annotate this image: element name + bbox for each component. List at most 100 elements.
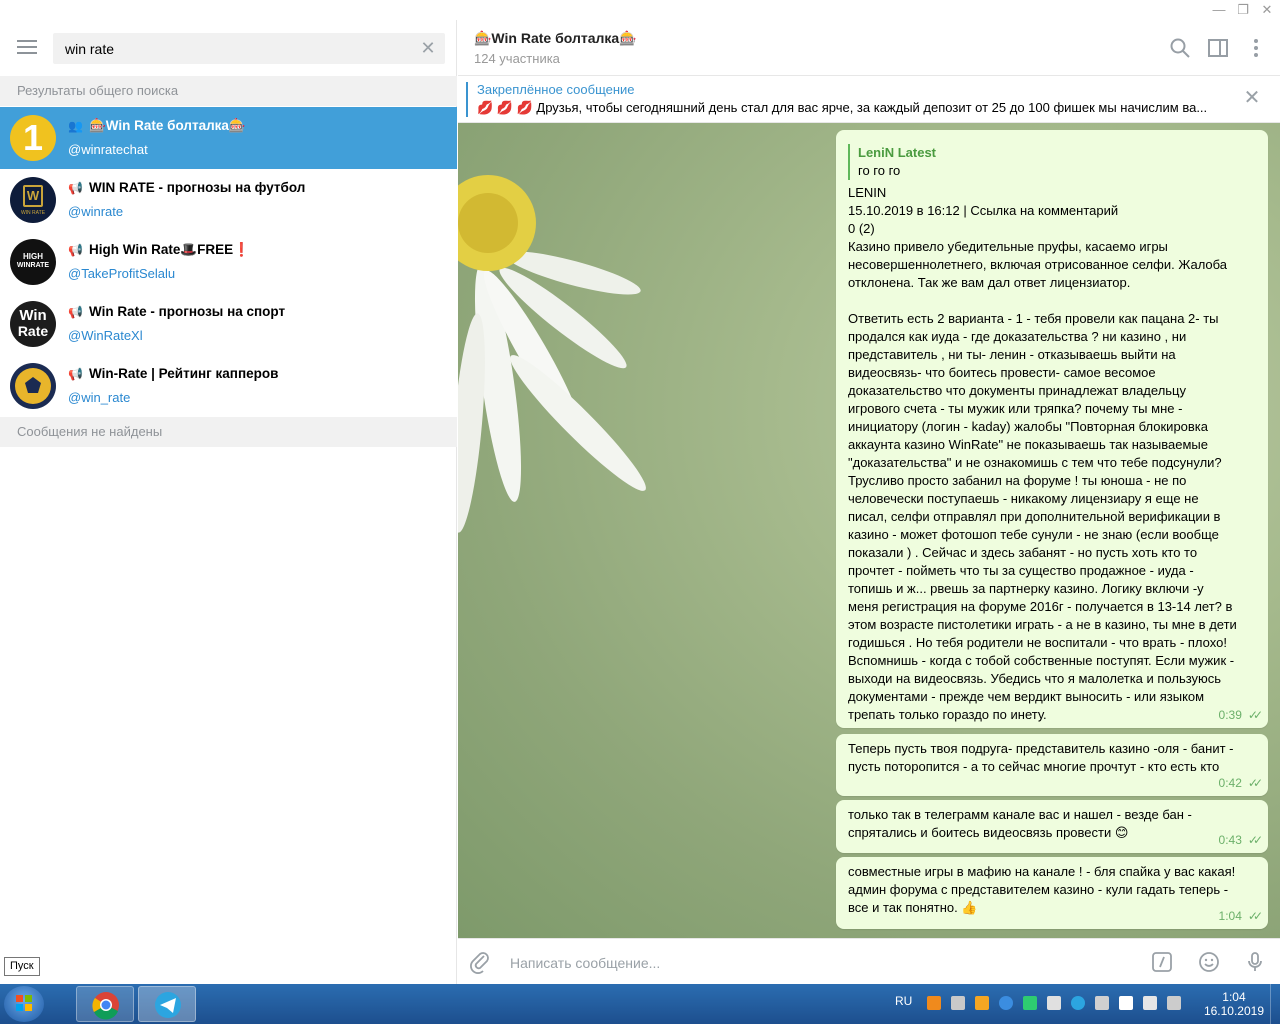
message-line: 0 (2) — [848, 221, 875, 236]
message-line: пусть поторопится - а то сейчас многие п… — [848, 759, 1220, 774]
result-title-text: 🎰Win Rate болталка🎰 — [88, 118, 246, 133]
avatar-caption: WIN RATE — [20, 210, 46, 216]
taskbar-chrome[interactable] — [76, 986, 134, 1022]
result-title-text: High Win Rate🎩FREE❗ — [88, 242, 250, 257]
message-line: документами - прежде чем вердикт выносит… — [848, 689, 1205, 704]
result-title: 📢 Win-Rate | Рейтинг капперов — [68, 366, 278, 381]
minimize-icon[interactable]: — — [1208, 2, 1230, 18]
chat-title[interactable]: 🎰Win Rate болталка🎰 — [474, 30, 637, 47]
message-line: все и так понятно. 👍 — [848, 900, 978, 915]
clock-time: 1:04 — [1222, 990, 1246, 1004]
message-line: прочтет - пойметь что ты за существо про… — [848, 563, 1194, 578]
message-line: казино - может фотошоп тебе сунули - не … — [848, 527, 1219, 542]
message-bubble[interactable]: LeniN Latest го го го LENIN 15.10.2019 в… — [836, 130, 1268, 728]
avatar: W WIN RATE — [10, 177, 56, 223]
sidebar-toggle-icon[interactable] — [1206, 36, 1230, 60]
avatar-line2: Rate — [17, 323, 49, 339]
message-line: Трусливо просто забанил на форуме ! ты ю… — [848, 473, 1187, 488]
search-result[interactable]: HIGH WINRATE 📢 High Win Rate🎩FREE❗ @TakeP… — [0, 231, 457, 293]
more-options-icon[interactable] — [1244, 36, 1268, 60]
start-button[interactable] — [4, 986, 44, 1022]
result-title-text: Win Rate - прогнозы на спорт — [88, 304, 286, 319]
search-result[interactable]: Win Rate 📢 Win Rate - прогнозы на спорт @… — [0, 293, 457, 355]
message-line: писал, селфи отправлял при дополнительно… — [848, 509, 1221, 524]
message-gap — [848, 292, 1256, 310]
taskbar-telegram[interactable] — [138, 986, 196, 1022]
clock-date: 16.10.2019 — [1203, 1004, 1264, 1018]
language-indicator[interactable]: RU — [895, 994, 912, 1008]
message-line: инициатору (логин - kaday) жалобы "Повто… — [848, 419, 1209, 434]
message-line: Вспомнишь - когда с тобой собственные по… — [848, 653, 1235, 668]
tray-shield-icon[interactable] — [1023, 996, 1037, 1010]
message-time: 0:43 — [1218, 833, 1242, 847]
tray-flag-icon[interactable] — [1119, 996, 1133, 1010]
microphone-icon[interactable] — [1243, 950, 1267, 974]
bot-command-icon[interactable] — [1150, 950, 1174, 974]
result-handle: @WinRateXl — [68, 328, 143, 343]
tray-display-icon[interactable] — [1167, 996, 1181, 1010]
pinned-message[interactable]: Закреплённое сообщение 💋 💋 💋 Друзья, что… — [458, 76, 1280, 123]
megaphone-icon: 📢 — [68, 305, 83, 319]
search-input[interactable] — [65, 39, 405, 59]
clear-search-icon[interactable]: ✕ — [419, 39, 437, 57]
tray-sync-icon[interactable] — [999, 996, 1013, 1010]
close-window-icon[interactable]: ✕ — [1256, 2, 1278, 18]
message-bubble[interactable]: только так в телеграмм канале вас и наше… — [836, 800, 1268, 853]
read-check-icon: ✓✓ — [1247, 833, 1263, 847]
emoji-icon[interactable] — [1197, 950, 1221, 974]
search-icon[interactable] — [1168, 36, 1192, 60]
result-handle: @TakeProfitSelalu — [68, 266, 176, 281]
message-line: Ответить есть 2 варианта - 1 - тебя пров… — [848, 311, 1219, 326]
reply-author: LeniN Latest — [858, 145, 937, 160]
message-line: только так в телеграмм канале вас и наше… — [848, 807, 1192, 822]
reply-quote[interactable]: LeniN Latest го го го — [848, 144, 1256, 180]
message-input[interactable] — [510, 953, 1130, 973]
search-result[interactable]: 📢 Win-Rate | Рейтинг капперов @win_rate — [0, 355, 457, 417]
result-title-text: Win-Rate | Рейтинг капперов — [88, 366, 279, 381]
section-global-results: Результаты общего поиска — [0, 76, 457, 106]
megaphone-icon: 📢 — [68, 367, 83, 381]
chat-members-count: 124 участника — [474, 51, 560, 66]
message-bubble[interactable]: совместные игры в мафию на канале ! - бл… — [836, 857, 1268, 929]
result-handle: @winratechat — [68, 142, 148, 157]
message-line: игрового счета - ты мужик или тряпка? по… — [848, 401, 1183, 416]
reply-text: го го го — [858, 163, 901, 178]
message-meta: 0:42 ✓✓ — [1219, 774, 1264, 792]
search-result[interactable]: 1 👥 🎰Win Rate болталка🎰 @winratechat — [0, 107, 457, 169]
tray-fox-icon[interactable] — [975, 996, 989, 1010]
windows-logo-icon — [16, 995, 32, 1011]
read-check-icon: ✓✓ — [1247, 909, 1263, 923]
section-messages-not-found: Сообщения не найдены — [0, 417, 457, 447]
megaphone-icon: 📢 — [68, 181, 83, 195]
message-line: Казино привело убедительные пруфы, касае… — [848, 239, 1168, 254]
close-pinned-icon[interactable]: ✕ — [1242, 88, 1262, 108]
result-title-text: WIN RATE - прогнозы на футбол — [88, 180, 306, 195]
result-handle: @win_rate — [68, 390, 131, 405]
chat-header[interactable]: 🎰Win Rate болталка🎰 124 участника — [458, 20, 1280, 76]
menu-icon[interactable] — [17, 40, 37, 56]
message-line: аккаунта казино WinRate" не показываешь … — [848, 437, 1209, 452]
message-line: LENIN — [848, 185, 887, 200]
tray-app-icon[interactable] — [927, 996, 941, 1010]
tray-network-icon[interactable] — [1047, 996, 1061, 1010]
message-line: человечески поступаешь - никакому лиценз… — [848, 491, 1199, 506]
message-line: 15.10.2019 в 16:12 | Ссылка на комментар… — [848, 203, 1119, 218]
clock[interactable]: 1:04 16.10.2019 — [1204, 990, 1264, 1018]
tray-telegram-icon[interactable] — [1071, 996, 1085, 1010]
avatar-line1: HIGH — [23, 252, 43, 261]
message-line: отклонена. Так же вам дал ответ лицензиа… — [848, 275, 1131, 290]
read-check-icon: ✓✓ — [1247, 776, 1263, 790]
tray-speaker-muted-icon[interactable] — [1095, 996, 1109, 1010]
tray-volume-icon[interactable] — [1143, 996, 1157, 1010]
message-meta: 0:43 ✓✓ — [1218, 831, 1264, 849]
attach-icon[interactable] — [468, 950, 492, 974]
search-box: ✕ — [53, 33, 445, 64]
daisy-wallpaper — [458, 175, 646, 533]
tray-lock-icon[interactable] — [951, 996, 965, 1010]
window-titlebar: — ❐ ✕ — [0, 0, 1280, 20]
show-desktop-button[interactable] — [1270, 984, 1280, 1024]
left-panel: ✕ Результаты общего поиска 1 👥 🎰Win Rate … — [0, 20, 457, 984]
maximize-icon[interactable]: ❐ — [1232, 2, 1254, 18]
search-result[interactable]: W WIN RATE 📢 WIN RATE - прогнозы на футбо… — [0, 169, 457, 231]
message-bubble[interactable]: Теперь пусть твоя подруга- представитель… — [836, 734, 1268, 796]
